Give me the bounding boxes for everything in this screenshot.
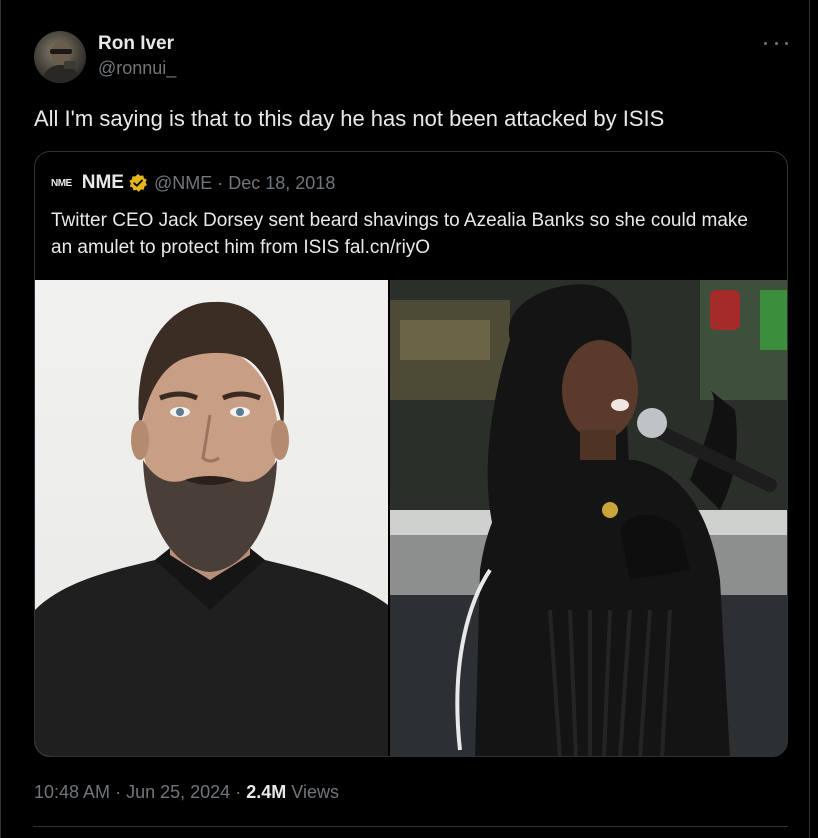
more-options-icon[interactable] (764, 36, 788, 50)
separator-dot: · (115, 782, 122, 802)
author-handle[interactable]: @ronnui_ (98, 58, 176, 79)
dot (785, 41, 788, 45)
tweet-date[interactable]: Jun 25, 2024 (126, 782, 230, 802)
tweet-time[interactable]: 10:48 AM (34, 782, 110, 802)
separator-dot: · (217, 172, 224, 193)
quoted-tweet-date[interactable]: Dec 18, 2018 (228, 173, 335, 194)
views-count[interactable]: 2.4M (246, 782, 286, 802)
quoted-author-name[interactable]: NME (82, 172, 124, 194)
frame-left-border (0, 0, 1, 838)
quoted-tweet-header: NME NME @NME · Dec 18, 2018 (51, 171, 335, 195)
performer-photo[interactable] (390, 280, 787, 756)
quoted-author-handle[interactable]: @NME (154, 173, 212, 194)
quoted-tweet-text: Twitter CEO Jack Dorsey sent beard shavi… (51, 210, 748, 258)
views-label: Views (291, 782, 339, 802)
separator-dot: · (235, 782, 242, 802)
tweet-meta: 10:48 AM · Jun 25, 2024 · 2.4M Views (34, 782, 339, 803)
quoted-tweet-card[interactable]: NME NME @NME · Dec 18, 2018 Twitter CEO … (34, 151, 788, 757)
quoted-tweet-media[interactable] (35, 280, 787, 756)
portrait-photo[interactable] (35, 280, 388, 756)
dot (764, 41, 767, 45)
frame-right-border (809, 0, 810, 838)
nme-logo: NME (51, 177, 72, 189)
avatar[interactable] (34, 31, 86, 83)
divider (33, 826, 788, 827)
dot (774, 41, 778, 45)
verified-badge-icon (129, 173, 147, 192)
tweet-text: All I'm saying is that to this day he ha… (34, 106, 665, 131)
author-name[interactable]: Ron Iver (98, 33, 174, 55)
